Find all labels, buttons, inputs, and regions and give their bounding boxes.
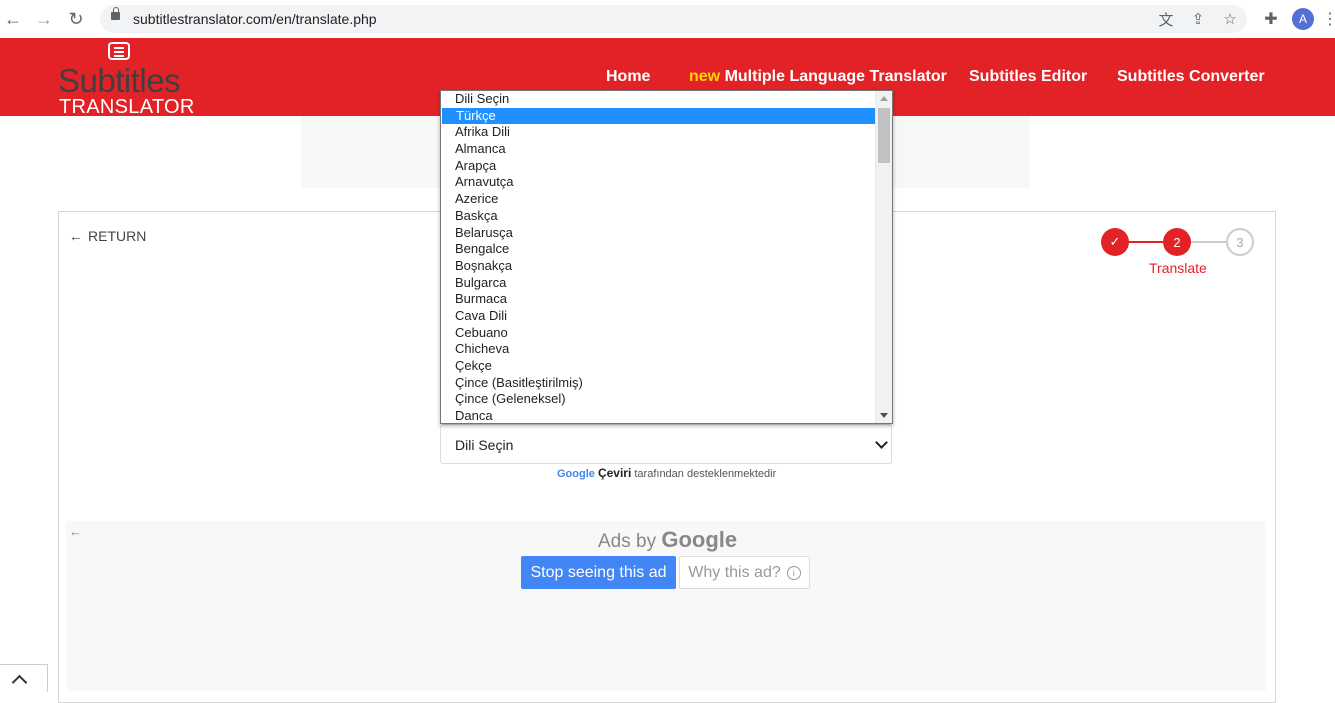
site-logo[interactable]: Subtitles TRANSLATOR — [58, 42, 194, 118]
translate-page-icon[interactable]: 文 — [1156, 9, 1176, 29]
select-value: Dili Seçin — [455, 437, 514, 453]
ad-back-arrow-icon[interactable]: ← — [69, 524, 82, 539]
scroll-down-arrow-icon[interactable] — [880, 413, 888, 418]
scroll-to-top-button[interactable] — [0, 664, 48, 692]
info-icon: i — [786, 565, 801, 580]
step-connector-2 — [1191, 241, 1226, 243]
ad-area: ← Ads by Google Stop seeing this ad Why … — [66, 521, 1266, 691]
nav-subtitles-converter[interactable]: Subtitles Converter — [1117, 68, 1265, 86]
language-dropdown-list[interactable]: Dili Seçin Türkçe Afrika Dili Almanca Arapça… — [440, 90, 893, 424]
dropdown-option[interactable]: Bengalce — [441, 241, 861, 258]
chevron-down-icon — [875, 436, 888, 449]
dropdown-option[interactable]: Danca — [441, 408, 861, 423]
step-1-complete-check-icon: ✓ — [1101, 228, 1129, 256]
return-link[interactable]: ← RETURN — [69, 228, 146, 244]
google-wordmark: Google — [557, 468, 595, 480]
browser-toolbar: ← → ↻ subtitlestranslator.com/en/transla… — [0, 0, 1335, 39]
logo-text-translator: TRANSLATOR — [59, 96, 195, 118]
stop-seeing-ad-button[interactable]: Stop seeing this ad — [521, 556, 676, 589]
dropdown-option[interactable]: Çince (Basitleştirilmiş) — [441, 375, 861, 392]
scrollbar-thumb[interactable] — [878, 108, 890, 163]
nav-multi-label: Multiple Language Translator — [724, 68, 947, 85]
return-label: RETURN — [88, 228, 147, 244]
nav-home[interactable]: Home — [606, 68, 650, 86]
dropdown-option[interactable]: Almanca — [441, 141, 861, 158]
dropdown-option[interactable]: Baskça — [441, 208, 861, 225]
share-icon[interactable]: ⇪ — [1188, 9, 1208, 29]
step-3-pending: 3 — [1226, 228, 1254, 256]
dropdown-option[interactable]: Bulgarca — [441, 275, 861, 292]
google-wordmark-ads: Google — [661, 527, 738, 552]
dropdown-options: Dili Seçin Türkçe Afrika Dili Almanca Arapça… — [441, 91, 892, 423]
bookmark-star-icon[interactable]: ☆ — [1220, 9, 1240, 29]
dropdown-option[interactable]: Chicheva — [441, 341, 861, 358]
dropdown-option[interactable]: Dili Seçin — [441, 91, 861, 108]
subtitles-logo-icon — [108, 42, 130, 60]
address-bar[interactable]: subtitlestranslator.com/en/translate.php… — [100, 5, 1247, 33]
why-this-ad-label: Why this ad? — [688, 563, 781, 581]
lock-icon — [111, 7, 120, 20]
arrow-left-icon: ← — [69, 228, 83, 244]
logo-text-subtitles: Subtitles — [58, 62, 181, 99]
target-language-select[interactable]: Dili Seçin — [440, 424, 892, 464]
dropdown-option[interactable]: Cava Dili — [441, 308, 861, 325]
dropdown-option[interactable]: Boşnakça — [441, 258, 861, 275]
dropdown-option[interactable]: Cebuano — [441, 325, 861, 342]
back-arrow-icon[interactable]: ← — [1, 7, 25, 31]
dropdown-option[interactable]: Belarusça — [441, 225, 861, 242]
ads-by-google: Ads by Google — [598, 527, 737, 553]
dropdown-scrollbar[interactable] — [875, 91, 892, 423]
powered-by-google-translate: Google Çeviri tarafından desteklenmekted… — [557, 466, 776, 480]
dropdown-option[interactable]: Burmaca — [441, 291, 861, 308]
dropdown-option[interactable]: Türkçe — [442, 107, 875, 125]
profile-avatar[interactable]: A — [1292, 8, 1314, 30]
dropdown-option[interactable]: Afrika Dili — [441, 124, 861, 141]
current-step-label: Translate — [1149, 260, 1207, 276]
google-logo-text: Google — [557, 468, 595, 480]
dropdown-option[interactable]: Çekçe — [441, 358, 861, 375]
ceviri-label: Çeviri — [597, 466, 632, 480]
step-2-current: 2 — [1163, 228, 1191, 256]
nav-multiple-language-translator[interactable]: new Multiple Language Translator — [689, 68, 947, 86]
powered-suffix: tarafından desteklenmektedir — [634, 468, 777, 480]
reload-icon[interactable]: ↻ — [64, 7, 88, 31]
ads-by-label: Ads by — [598, 531, 657, 552]
dropdown-option[interactable]: Çince (Geleneksel) — [441, 391, 861, 408]
forward-arrow-icon[interactable]: → — [32, 7, 56, 31]
browser-menu-icon[interactable]: ⋮ — [1322, 9, 1335, 29]
url-text[interactable]: subtitlestranslator.com/en/translate.php — [133, 11, 377, 27]
nav-subtitles-editor[interactable]: Subtitles Editor — [969, 68, 1087, 86]
extensions-puzzle-icon[interactable]: ✚ — [1261, 9, 1281, 29]
dropdown-option[interactable]: Azerice — [441, 191, 861, 208]
scroll-up-arrow-icon[interactable] — [880, 96, 888, 101]
new-badge: new — [689, 68, 721, 85]
step-connector-1 — [1129, 241, 1163, 243]
dropdown-option[interactable]: Arnavutça — [441, 174, 861, 191]
dropdown-option[interactable]: Arapça — [441, 158, 861, 175]
why-this-ad-button[interactable]: Why this ad? i — [679, 556, 810, 589]
